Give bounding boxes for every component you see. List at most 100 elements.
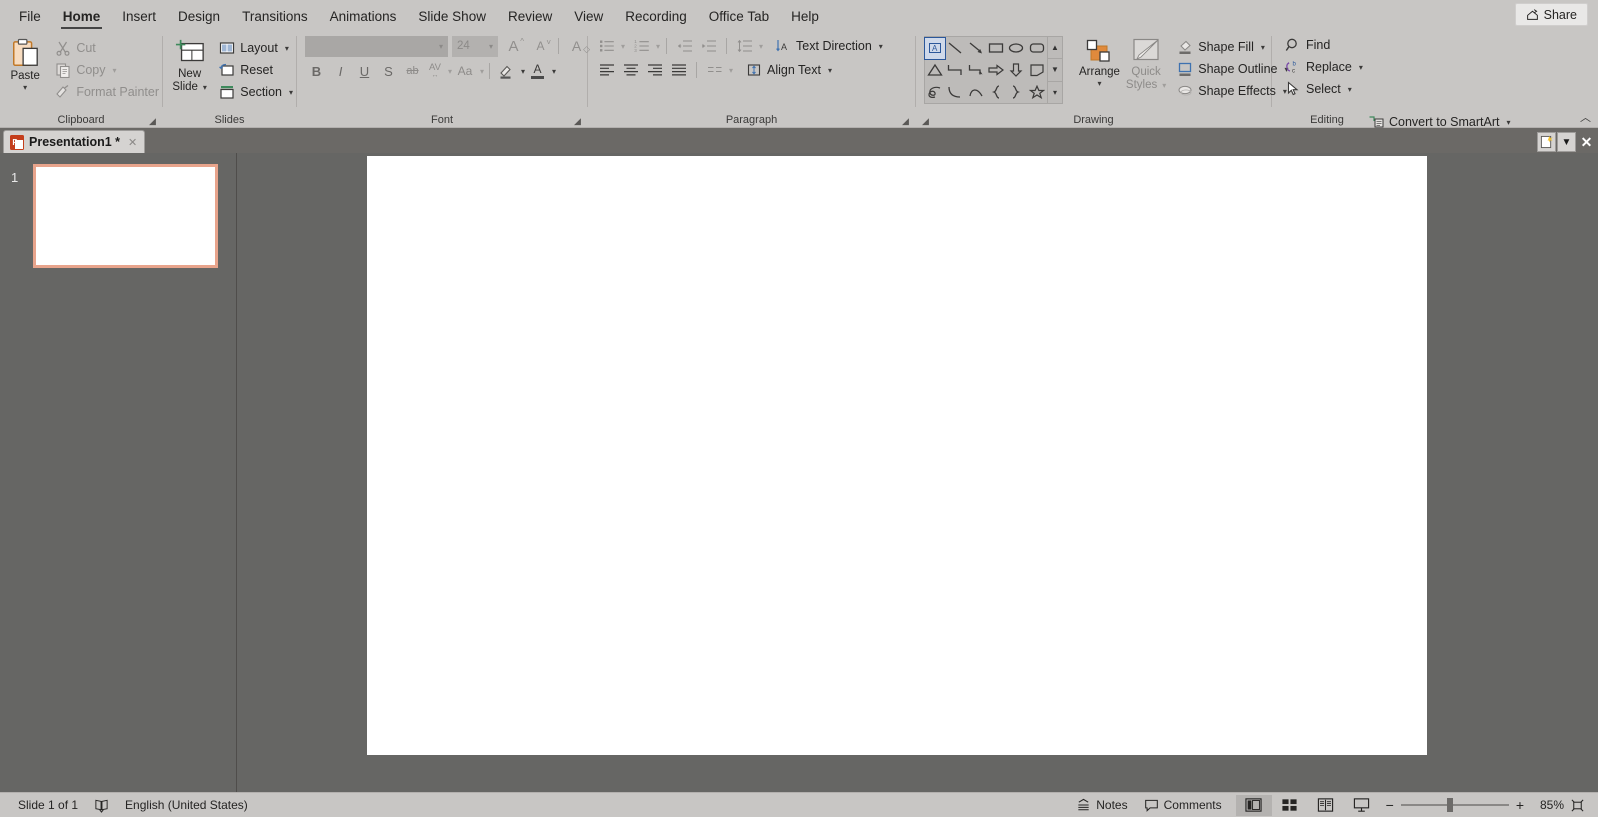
replace-dropdown-icon[interactable]: ▾	[1359, 63, 1363, 72]
shape-rounded-rectangle[interactable]	[1027, 38, 1047, 59]
convert-to-smartart-dropdown-icon[interactable]: ▾	[1506, 118, 1510, 127]
increase-indent-button[interactable]	[697, 35, 720, 57]
text-highlight-dropdown-icon[interactable]: ▾	[521, 67, 525, 76]
font-name-dropdown-icon[interactable]: ▾	[439, 42, 443, 51]
office-tab-presentation1[interactable]: P Presentation1 * ✕	[3, 130, 146, 153]
change-case-button[interactable]: Aa	[453, 60, 477, 82]
text-highlight-color-button[interactable]	[495, 60, 518, 82]
text-direction-button[interactable]: A Text Direction ▾	[772, 35, 886, 57]
arrange-button[interactable]: Arrange ▾	[1079, 35, 1120, 88]
underline-button[interactable]: U	[353, 60, 376, 82]
zoom-thumb[interactable]	[1446, 798, 1453, 812]
office-tab-close-all-icon[interactable]: ✕	[1577, 132, 1596, 152]
numbering-dropdown-icon[interactable]: ▾	[656, 42, 660, 51]
font-size-input[interactable]: 24 ▾	[452, 35, 498, 57]
select-dropdown-icon[interactable]: ▾	[1348, 85, 1352, 94]
line-spacing-button[interactable]	[733, 35, 756, 57]
tab-view[interactable]: View	[563, 2, 614, 31]
shapes-more-icon[interactable]: ▾	[1048, 82, 1062, 103]
tab-slide-show[interactable]: Slide Show	[407, 2, 497, 31]
tab-insert[interactable]: Insert	[111, 2, 167, 31]
new-slide-button[interactable]: New Slide ▾	[163, 35, 216, 94]
fit-to-window-button[interactable]	[1564, 798, 1592, 813]
shape-left-brace[interactable]	[986, 82, 1006, 103]
office-tab-dropdown-icon[interactable]: ▼	[1557, 132, 1576, 152]
slide-count-label[interactable]: Slide 1 of 1	[8, 798, 88, 812]
align-right-button[interactable]	[643, 59, 666, 81]
font-color-dropdown-icon[interactable]: ▾	[552, 67, 556, 76]
tab-review[interactable]: Review	[497, 2, 563, 31]
character-spacing-button[interactable]: AV ↔	[425, 60, 445, 82]
layout-dropdown-icon[interactable]: ▾	[285, 44, 289, 53]
collapse-ribbon-icon[interactable]: ︿	[1580, 109, 1591, 125]
tab-design[interactable]: Design	[167, 2, 231, 31]
columns-dropdown-icon[interactable]: ▾	[729, 66, 733, 75]
shape-line[interactable]	[945, 38, 965, 59]
text-shadow-button[interactable]: S	[377, 60, 400, 82]
shape-elbow-connector[interactable]	[945, 60, 965, 81]
slide-show-view-button[interactable]	[1344, 795, 1380, 816]
character-spacing-dropdown-icon[interactable]: ▾	[448, 67, 452, 76]
shapes-scroll-up-icon[interactable]: ▲	[1048, 37, 1062, 60]
section-dropdown-icon[interactable]: ▾	[289, 88, 293, 97]
paste-dropdown-icon[interactable]: ▾	[23, 84, 27, 92]
bold-button[interactable]: B	[305, 60, 328, 82]
section-button[interactable]: Section ▾	[216, 81, 296, 103]
format-painter-button[interactable]: Format Painter	[52, 81, 162, 103]
new-document-icon[interactable]	[1537, 132, 1556, 152]
shape-rectangle[interactable]	[986, 38, 1006, 59]
text-direction-dropdown-icon[interactable]: ▾	[879, 42, 883, 51]
zoom-out-button[interactable]: −	[1386, 798, 1394, 812]
quick-styles-button[interactable]: Quick Styles ▾	[1126, 35, 1166, 92]
shapes-scroll-down-icon[interactable]: ▼	[1048, 59, 1062, 82]
cut-button[interactable]: Cut	[52, 37, 162, 59]
language-label[interactable]: English (United States)	[115, 798, 258, 812]
find-button[interactable]: Find	[1282, 34, 1333, 56]
decrease-indent-button[interactable]	[673, 35, 696, 57]
columns-button[interactable]	[703, 59, 726, 81]
paste-button[interactable]: Paste ▾	[0, 35, 50, 92]
zoom-track[interactable]	[1400, 798, 1509, 812]
shape-oval[interactable]	[1006, 38, 1026, 59]
zoom-in-button[interactable]: +	[1516, 798, 1524, 812]
copy-button[interactable]: Copy ▾	[52, 59, 162, 81]
clear-formatting-button[interactable]: A ◇	[565, 35, 590, 57]
shapes-gallery[interactable]: A	[924, 36, 1048, 104]
layout-button[interactable]: Layout ▾	[216, 37, 296, 59]
shape-textbox[interactable]: A	[924, 36, 947, 60]
shape-scribble[interactable]	[925, 82, 945, 103]
reset-button[interactable]: Reset	[216, 59, 296, 81]
strikethrough-button[interactable]: ab	[401, 60, 424, 82]
tab-recording[interactable]: Recording	[614, 2, 698, 31]
slide-canvas[interactable]	[367, 156, 1427, 755]
bullets-dropdown-icon[interactable]: ▾	[621, 42, 625, 51]
shape-arrow-line[interactable]	[966, 38, 986, 59]
shape-right-arrow[interactable]	[986, 60, 1006, 81]
line-spacing-dropdown-icon[interactable]: ▾	[759, 42, 763, 51]
accessibility-checker-icon[interactable]	[88, 798, 115, 813]
numbering-button[interactable]: 123	[630, 35, 653, 57]
drawing-dialog-launcher-icon[interactable]: ◢	[920, 116, 931, 127]
slide-thumbnail-preview[interactable]	[33, 164, 218, 268]
slide-sorter-view-button[interactable]	[1272, 795, 1308, 816]
shape-fill-dropdown-icon[interactable]: ▾	[1261, 43, 1265, 52]
select-button[interactable]: Select ▾	[1282, 78, 1355, 100]
align-center-button[interactable]	[619, 59, 642, 81]
copy-dropdown-icon[interactable]: ▾	[113, 66, 117, 75]
slide-thumbnail-1[interactable]: 1	[11, 164, 218, 268]
tab-animations[interactable]: Animations	[319, 2, 408, 31]
office-tab-close-icon[interactable]: ✕	[128, 136, 137, 149]
align-text-dropdown-icon[interactable]: ▾	[828, 66, 832, 75]
increase-font-size-button[interactable]: A ^	[502, 35, 525, 57]
bullets-button[interactable]	[595, 35, 618, 57]
shape-elbow-arrow-connector[interactable]	[966, 60, 986, 81]
slide-thumbnail-pane[interactable]: 1	[0, 153, 237, 792]
font-color-button[interactable]: A	[526, 60, 549, 82]
zoom-slider[interactable]: − +	[1380, 798, 1530, 812]
arrange-dropdown-icon[interactable]: ▾	[1097, 80, 1101, 88]
normal-view-button[interactable]	[1235, 794, 1272, 816]
share-button[interactable]: Share	[1514, 3, 1588, 26]
justify-button[interactable]	[667, 59, 690, 81]
tab-file[interactable]: File	[8, 2, 52, 31]
shape-right-brace[interactable]	[1006, 82, 1026, 103]
